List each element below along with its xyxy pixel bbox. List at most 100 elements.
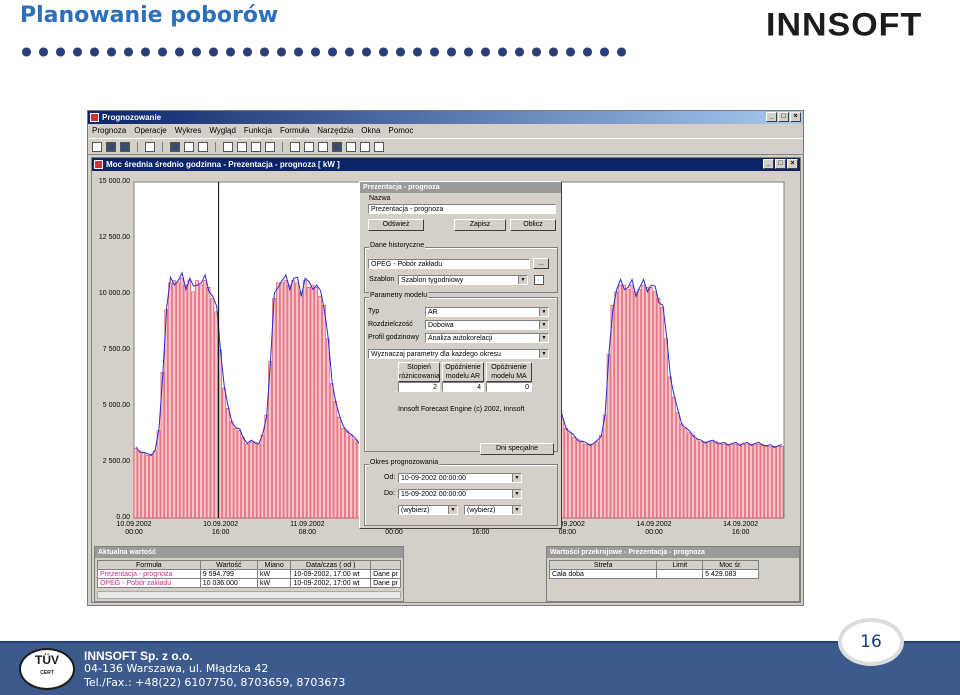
save-button[interactable]: Zapisz xyxy=(454,219,506,231)
menu-formula[interactable]: Formuła xyxy=(280,124,309,138)
cross-values-panel: Wartości przekrojowe - Prezentacja - pro… xyxy=(546,546,800,602)
resolution-select[interactable]: Dobowa ▼ xyxy=(425,320,549,330)
chart-bar xyxy=(564,428,569,519)
chevron-down-icon[interactable]: ▼ xyxy=(539,350,548,358)
x-tick-label: 14.09.2002 00:00 xyxy=(636,521,672,536)
table-row[interactable]: Prezentacja - prognoza 9 594.799 kW 10-0… xyxy=(97,569,401,579)
chart-bar xyxy=(641,284,645,519)
col-value[interactable]: Wartość xyxy=(199,560,258,570)
chart-bar xyxy=(283,280,288,519)
menu-operacje[interactable]: Operacje xyxy=(134,124,166,138)
close-icon[interactable]: × xyxy=(787,159,798,169)
ma-lag-header[interactable]: Opóźnienie modelu MA xyxy=(486,362,532,382)
menu-funkcja[interactable]: Funkcja xyxy=(244,124,272,138)
bar-chart-icon[interactable] xyxy=(184,142,194,152)
browse-button[interactable]: ... xyxy=(533,258,549,269)
chevron-down-icon[interactable]: ▼ xyxy=(539,308,548,316)
rows-icon[interactable] xyxy=(346,142,356,152)
cascade-icon[interactable] xyxy=(374,142,384,152)
choose-select-2[interactable]: (wybierz) ▼ xyxy=(464,505,522,515)
chevron-down-icon[interactable]: ▼ xyxy=(512,506,521,514)
name-input[interactable]: Prezentacja - prognoza xyxy=(368,204,556,214)
col-zone[interactable]: Strefa xyxy=(548,560,658,570)
diff-order-value[interactable]: 2 xyxy=(398,382,440,392)
profile-select[interactable]: Analiza autokorelacji ▼ xyxy=(425,333,549,343)
chevron-down-icon[interactable]: ▼ xyxy=(539,321,548,329)
table-cell: Dane pr xyxy=(370,569,401,579)
chevron-down-icon[interactable]: ▼ xyxy=(518,276,527,284)
split-icon[interactable] xyxy=(145,142,155,152)
ar-lag-value[interactable]: 4 xyxy=(442,382,484,392)
menu-wykres[interactable]: Wykres xyxy=(175,124,202,138)
choose-select-1[interactable]: (wybierz) ▼ xyxy=(398,505,458,515)
chart-window-titlebar: Moc średnia średnio godzinna - Prezentac… xyxy=(92,158,800,171)
horizontal-scrollbar[interactable] xyxy=(97,591,401,599)
chart-bar xyxy=(656,298,661,519)
maximize-icon[interactable]: □ xyxy=(775,159,786,169)
history-input[interactable]: OPEG - Pobór zakładu xyxy=(368,259,530,269)
template-icon[interactable] xyxy=(534,275,544,285)
diff-order-header[interactable]: Stopień różnicowania xyxy=(398,362,440,382)
ar-lag-header[interactable]: Opóźnienie modelu AR xyxy=(442,362,484,382)
new-icon[interactable] xyxy=(92,142,102,152)
window-icon[interactable] xyxy=(332,142,342,152)
x-tick-label: 10.09.2002 00:00 xyxy=(116,521,152,536)
to-select[interactable]: 15-09-2002 00:00:00 ▼ xyxy=(398,489,522,499)
menu-wyglad[interactable]: Wygląd xyxy=(209,124,236,138)
chart-bar xyxy=(629,284,634,519)
special-days-button[interactable]: Dni specjalne xyxy=(480,443,554,455)
chevron-down-icon[interactable]: ▼ xyxy=(512,490,521,498)
chevron-down-icon[interactable]: ▼ xyxy=(539,334,548,342)
chart-bar xyxy=(329,383,334,519)
chart-bar xyxy=(352,439,357,519)
col-formula[interactable]: Formuła xyxy=(97,560,201,570)
open-icon[interactable] xyxy=(106,142,116,152)
chart-bar xyxy=(729,443,734,519)
chart-bar xyxy=(668,376,672,519)
page-number: 16 xyxy=(838,618,904,666)
settings-icon[interactable] xyxy=(251,142,261,152)
compute-button[interactable]: Oblicz xyxy=(510,219,556,231)
line-chart-icon[interactable] xyxy=(198,142,208,152)
menu-okna[interactable]: Okna xyxy=(361,124,380,138)
template-select[interactable]: Szablon tygodniowy ▼ xyxy=(398,275,528,285)
ma-lag-value[interactable]: 0 xyxy=(486,382,532,392)
col-avg-power[interactable]: Moc śr. xyxy=(702,560,759,570)
table-icon[interactable] xyxy=(170,142,180,152)
chart-bar xyxy=(779,446,784,519)
col-limit[interactable]: Limit xyxy=(656,560,704,570)
from-select[interactable]: 10-09-2002 00:00:00 ▼ xyxy=(398,473,522,483)
y-tick-label: 12 500.00 xyxy=(98,234,130,241)
table-row[interactable]: Cała doba 5 429.083 xyxy=(548,569,759,579)
grid-icon[interactable] xyxy=(360,142,370,152)
col-datetime[interactable]: Data/czas ( od ) xyxy=(290,560,372,570)
minimize-icon[interactable]: _ xyxy=(763,159,774,169)
menu-prognoza[interactable]: Prognoza xyxy=(92,124,126,138)
zoom-icon[interactable] xyxy=(304,142,314,152)
minimize-icon[interactable]: _ xyxy=(766,112,777,122)
chart-bar xyxy=(583,443,588,519)
chart-bar xyxy=(276,282,280,519)
chart-bar xyxy=(764,446,769,519)
chart-bar xyxy=(264,414,269,519)
refresh-button[interactable]: Odśwież xyxy=(368,219,424,231)
col-unit[interactable]: Miano xyxy=(256,560,292,570)
save-icon[interactable] xyxy=(120,142,130,152)
col-extra[interactable] xyxy=(370,560,401,570)
pin-icon[interactable] xyxy=(290,142,300,152)
close-icon[interactable]: × xyxy=(790,112,801,122)
chevron-down-icon[interactable]: ▼ xyxy=(512,474,521,482)
preview-icon[interactable] xyxy=(237,142,247,152)
menu-pomoc[interactable]: Pomoc xyxy=(388,124,413,138)
columns-icon[interactable] xyxy=(318,142,328,152)
function-icon[interactable] xyxy=(265,142,275,152)
chevron-down-icon[interactable]: ▼ xyxy=(448,506,457,514)
type-select[interactable]: AR ▼ xyxy=(425,307,549,317)
app-title: Prognozowanie xyxy=(102,113,162,122)
menu-narzedzia[interactable]: Narzędzia xyxy=(317,124,353,138)
params-select[interactable]: Wyznaczaj parametry dla każdego okresu ▼ xyxy=(368,349,549,359)
print-icon[interactable] xyxy=(223,142,233,152)
maximize-icon[interactable]: □ xyxy=(778,112,789,122)
table-row[interactable]: OPEG - Pobór zakładu 10 036.000 kW 10-09… xyxy=(97,578,401,588)
chart-bar xyxy=(756,443,761,519)
